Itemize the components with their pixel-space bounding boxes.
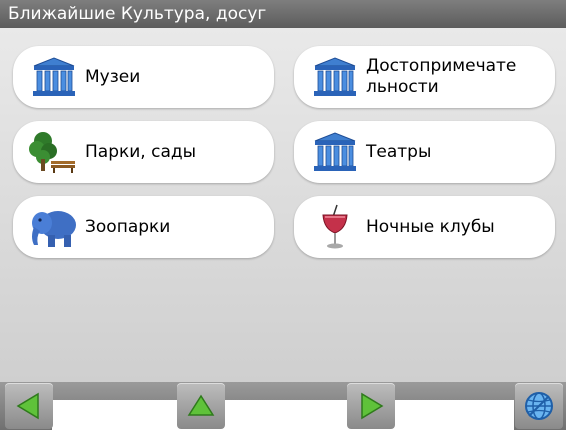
- category-label: Театры: [366, 141, 432, 162]
- park-tree-bench-icon: [27, 126, 81, 178]
- category-zoos-button[interactable]: Зоопарки: [13, 196, 274, 258]
- globe-button[interactable]: [514, 382, 564, 430]
- category-label-line: льности: [366, 77, 439, 97]
- landmark-building-icon: [308, 51, 362, 103]
- globe-icon: [525, 392, 553, 420]
- category-label: Достопримечате льности: [366, 56, 516, 98]
- theatre-building-icon: [308, 126, 362, 178]
- category-parks-button[interactable]: Парки, сады: [13, 121, 274, 183]
- arrow-up-icon: [187, 394, 215, 416]
- category-label-line: Достопримечате: [366, 56, 517, 76]
- elephant-icon: [27, 201, 81, 253]
- category-landmarks-button[interactable]: Достопримечате льности: [294, 46, 555, 108]
- screen-title: Ближайшие Культура, досуг: [0, 0, 566, 28]
- arrow-right-icon: [361, 392, 384, 420]
- navigation-bar-strip: [52, 400, 514, 430]
- category-label: Парки, сады: [85, 141, 197, 162]
- back-button[interactable]: [4, 382, 54, 430]
- category-label: Зоопарки: [85, 216, 171, 237]
- category-theatres-button[interactable]: Театры: [294, 121, 555, 183]
- category-label: Ночные клубы: [366, 216, 495, 237]
- museum-building-icon: [27, 51, 81, 103]
- forward-button[interactable]: [346, 382, 396, 430]
- up-button[interactable]: [176, 382, 226, 430]
- category-nightclubs-button[interactable]: Ночные клубы: [294, 196, 555, 258]
- navigation-bar: [0, 382, 566, 430]
- category-grid: Музеи Достопримечате льности Парки, сады…: [0, 28, 566, 382]
- category-label: Музеи: [85, 66, 141, 87]
- arrow-left-icon: [16, 392, 39, 420]
- cocktail-glass-icon: [308, 201, 362, 253]
- category-museums-button[interactable]: Музеи: [13, 46, 274, 108]
